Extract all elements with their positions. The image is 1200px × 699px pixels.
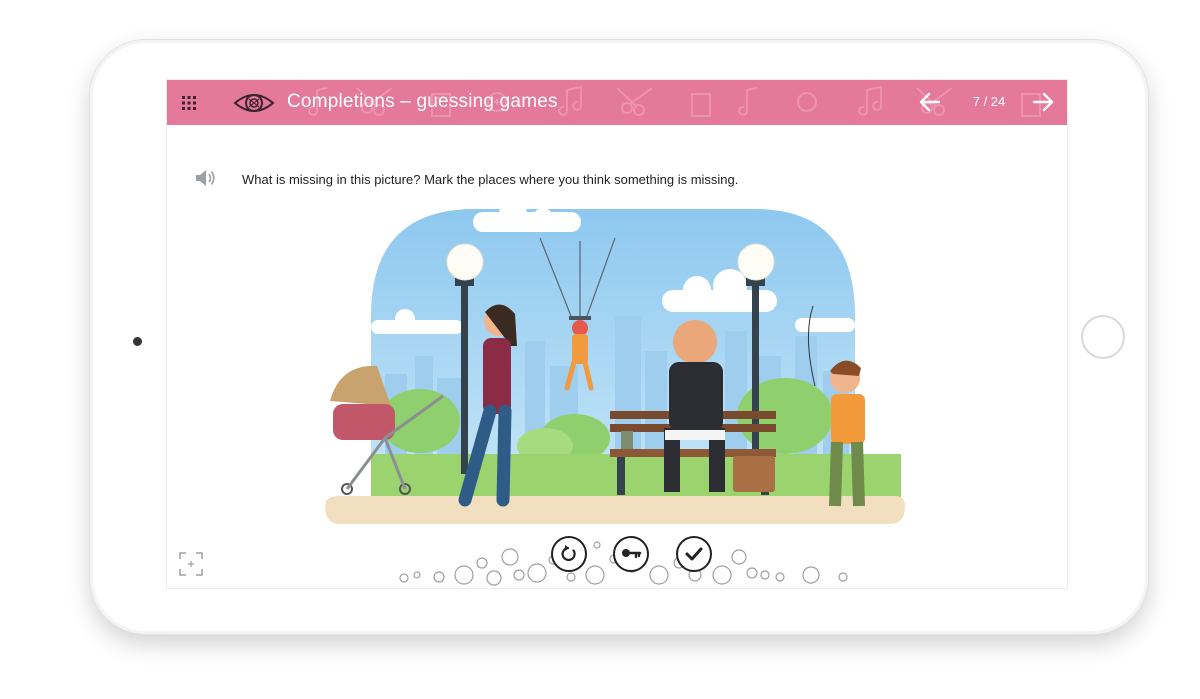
page-title: Completions – guessing games [287, 91, 558, 112]
key-icon [622, 549, 642, 559]
arrow-left-icon[interactable] [919, 91, 941, 113]
reset-button[interactable] [551, 536, 587, 572]
exercise-screen: Completions – guessing games 7 / 24 What… [166, 79, 1068, 589]
header-bar: Completions – guessing games 7 / 24 [167, 80, 1067, 125]
eye-icon [233, 94, 275, 112]
home-button[interactable] [1081, 315, 1125, 359]
park-illustration[interactable] [325, 206, 910, 531]
fullscreen-icon[interactable] [179, 552, 203, 576]
grid-icon[interactable] [182, 96, 196, 110]
speaker-icon[interactable] [194, 168, 216, 188]
page-counter: 7 / 24 [972, 94, 1006, 109]
grass [371, 454, 901, 498]
task-question: What is missing in this picture? Mark th… [242, 172, 739, 187]
reset-icon [561, 545, 576, 562]
checkmark-icon [685, 547, 703, 561]
camera-dot [133, 337, 142, 346]
show-answer-button[interactable] [613, 536, 649, 572]
arrow-right-icon[interactable] [1032, 91, 1054, 113]
path [325, 496, 905, 524]
check-button[interactable] [676, 536, 712, 572]
